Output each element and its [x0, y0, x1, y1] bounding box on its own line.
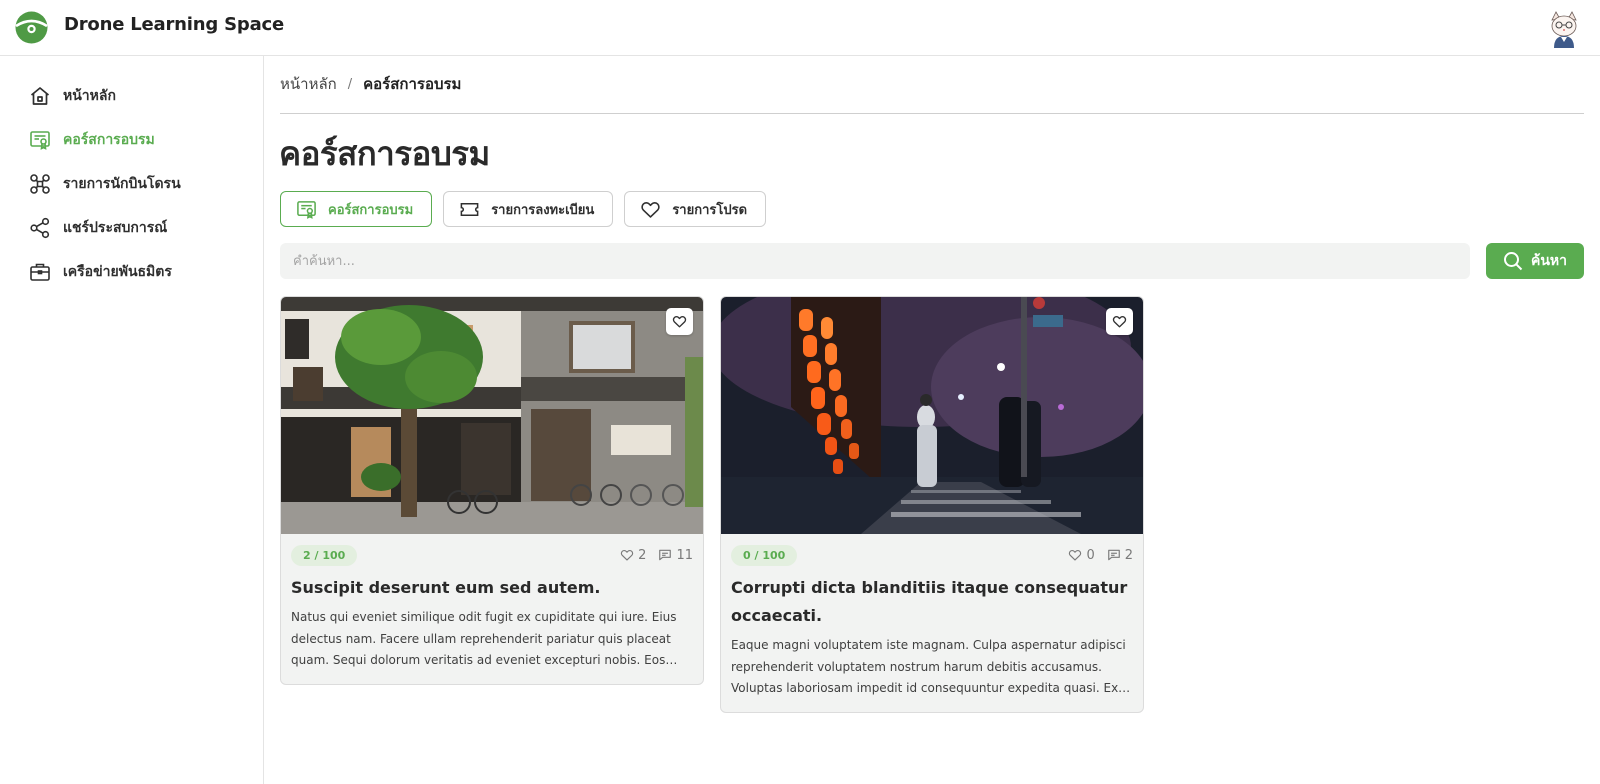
tab-label: รายการโปรด: [672, 202, 748, 218]
home-icon: [28, 84, 52, 108]
heart-icon: [639, 198, 661, 220]
search-button[interactable]: ค้นหา: [1486, 243, 1584, 279]
like-count-value: 0: [1086, 547, 1095, 563]
search-button-label: ค้นหา: [1530, 252, 1568, 268]
breadcrumb: หน้าหลัก / คอร์สการอบรม: [280, 72, 461, 96]
tab-label: รายการลงทะเบียน: [491, 202, 595, 218]
sidebar-item-share-experience[interactable]: แชร์ประสบการณ์: [28, 214, 167, 242]
briefcase-icon: [28, 260, 52, 284]
heart-icon: [1112, 316, 1127, 328]
tab-favorites[interactable]: รายการโปรด: [624, 191, 767, 227]
sidebar-item-label: คอร์สการอบรม: [63, 132, 155, 148]
comment-count[interactable]: 2: [1107, 548, 1133, 563]
comment-count-value: 2: [1124, 547, 1133, 563]
page-title: คอร์สการอบรม: [279, 134, 490, 173]
tab-label: คอร์สการอบรม: [328, 202, 414, 218]
sidebar-item-label: เครือข่ายพันธมิตร: [63, 264, 172, 280]
ticket-icon: [458, 198, 480, 220]
course-description: Natus qui eveniet similique odit fugit e…: [291, 610, 677, 667]
divider: [280, 113, 1584, 114]
user-avatar[interactable]: [1544, 8, 1584, 48]
sidebar-item-partner-network[interactable]: เครือข่ายพันธมิตร: [28, 258, 172, 286]
course-title[interactable]: Corrupti dicta blanditiis itaque consequ…: [731, 574, 1133, 630]
course-image[interactable]: [721, 297, 1143, 534]
drone-icon: [28, 172, 52, 196]
night-lanterns-photo: [721, 297, 1143, 534]
search-icon: [1503, 252, 1523, 271]
sidebar-item-drone-pilots[interactable]: รายการนักบินโดรน: [28, 170, 181, 198]
filter-tabs: คอร์สการอบรม รายการลงทะเบียน รายการโปรด: [280, 191, 767, 227]
sidebar-item-home[interactable]: หน้าหลัก: [28, 82, 116, 110]
course-card[interactable]: 0 / 100 0 2 Corrupti dicta blanditiis it…: [720, 296, 1144, 713]
breadcrumb-current: คอร์สการอบรม: [363, 75, 462, 93]
sidebar: หน้าหลัก คอร์สการอบรม รายการนักบินโดรน แ…: [0, 56, 264, 784]
tab-registrations[interactable]: รายการลงทะเบียน: [443, 191, 614, 227]
like-count[interactable]: 2: [620, 548, 646, 563]
favorite-button[interactable]: [666, 308, 693, 335]
logo-icon[interactable]: [15, 11, 48, 44]
course-title[interactable]: Suscipit deserunt eum sed autem.: [291, 574, 693, 602]
like-count-value: 2: [638, 547, 647, 563]
search-input[interactable]: [280, 243, 1470, 279]
comment-icon: [1107, 549, 1120, 561]
enrollment-badge: 0 / 100: [731, 544, 798, 566]
comment-count[interactable]: 11: [658, 548, 693, 563]
comment-count-value: 11: [676, 547, 693, 563]
course-description: Eaque magni voluptatem iste magnam. Culp…: [731, 638, 1126, 695]
brand-name[interactable]: Drone Learning Space: [64, 14, 284, 35]
course-image[interactable]: [281, 297, 703, 534]
sidebar-item-label: รายการนักบินโดรน: [63, 176, 181, 192]
enrollment-badge: 2 / 100: [291, 544, 358, 566]
sidebar-item-courses[interactable]: คอร์สการอบรม: [28, 126, 155, 154]
share-icon: [28, 216, 52, 240]
certificate-icon: [295, 198, 317, 220]
sidebar-item-label: แชร์ประสบการณ์: [63, 220, 168, 236]
course-card[interactable]: 2 / 100 2 11 Suscipit deserunt eum sed a…: [280, 296, 704, 685]
like-count[interactable]: 0: [1068, 547, 1095, 563]
tab-courses[interactable]: คอร์สการอบรม: [280, 191, 433, 227]
certificate-icon: [28, 128, 52, 152]
breadcrumb-separator: /: [347, 76, 353, 92]
street-shopfront-photo: [281, 297, 703, 534]
heart-icon: [672, 316, 687, 328]
sidebar-item-label: หน้าหลัก: [63, 88, 116, 104]
top-bar: Drone Learning Space: [0, 0, 1600, 56]
comment-icon: [659, 549, 672, 561]
breadcrumb-home[interactable]: หน้าหลัก: [280, 72, 337, 96]
favorite-button[interactable]: [1106, 308, 1133, 335]
heart-icon: [1069, 549, 1082, 561]
heart-icon: [621, 549, 634, 561]
